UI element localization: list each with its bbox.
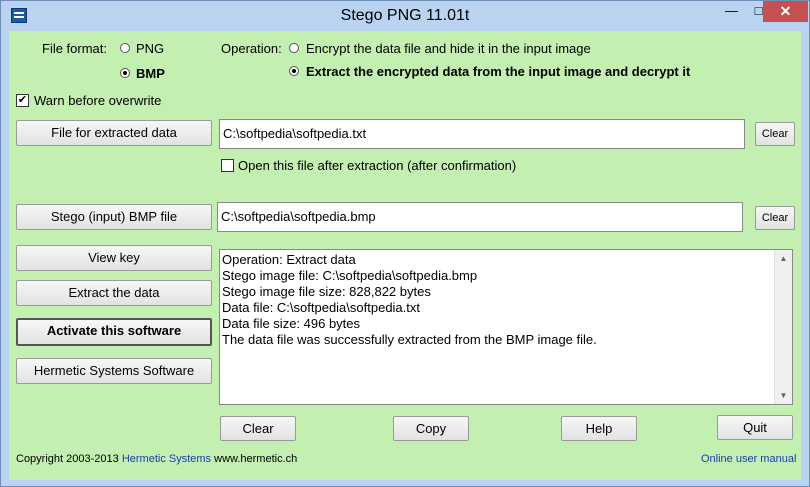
title-bar[interactable]: Stego PNG 11.01t — □ ✕ [1, 1, 809, 31]
log-scrollbar[interactable]: ▲ ▼ [774, 250, 792, 404]
log-line: Data file: C:\softpedia\softpedia.txt [222, 300, 420, 315]
warn-overwrite-checkbox[interactable]: ✔ [16, 94, 29, 107]
clear-extracted-button[interactable]: Clear [755, 122, 795, 146]
warn-overwrite-label[interactable]: Warn before overwrite [34, 93, 161, 108]
copy-button[interactable]: Copy [393, 416, 469, 441]
company-link[interactable]: Hermetic Systems [122, 453, 211, 465]
clear-stego-button[interactable]: Clear [755, 206, 795, 230]
open-after-extraction-label[interactable]: Open this file after extraction (after c… [238, 158, 516, 173]
operation-extract-radio[interactable] [289, 66, 299, 76]
stego-file-input[interactable]: C:\softpedia\softpedia.bmp [217, 202, 743, 232]
close-button[interactable]: ✕ [763, 1, 808, 22]
operation-label: Operation: [221, 41, 282, 56]
log-line: The data file was successfully extracted… [222, 332, 597, 347]
footer-copyright: Copyright 2003-2013 Hermetic Systems www… [16, 453, 297, 465]
format-bmp-radio[interactable] [120, 68, 130, 78]
copyright-text: Copyright 2003-2013 [16, 453, 119, 465]
log-line: Stego image file: C:\softpedia\softpedia… [222, 268, 478, 283]
operation-encrypt-label[interactable]: Encrypt the data file and hide it in the… [306, 41, 591, 56]
format-bmp-label[interactable]: BMP [136, 66, 165, 81]
clear-log-button[interactable]: Clear [220, 416, 296, 441]
log-line: Stego image file size: 828,822 bytes [222, 284, 431, 299]
help-button[interactable]: Help [561, 416, 637, 441]
scroll-down-icon[interactable]: ▼ [775, 387, 792, 404]
activate-software-button[interactable]: Activate this software [16, 318, 212, 346]
open-after-extraction-checkbox[interactable] [221, 159, 234, 172]
format-png-radio[interactable] [120, 43, 130, 53]
operation-extract-label[interactable]: Extract the encrypted data from the inpu… [306, 64, 690, 79]
operation-encrypt-radio[interactable] [289, 43, 299, 53]
minimize-button[interactable]: — [718, 1, 745, 22]
log-line: Operation: Extract data [222, 252, 356, 267]
extract-data-button[interactable]: Extract the data [16, 280, 212, 306]
file-for-extracted-data-button[interactable]: File for extracted data [16, 120, 212, 146]
online-user-manual-link[interactable]: Online user manual [701, 453, 796, 465]
log-text: Operation: Extract data Stego image file… [222, 252, 772, 348]
window-title: Stego PNG 11.01t [340, 7, 470, 24]
output-log[interactable]: Operation: Extract data Stego image file… [219, 249, 793, 405]
file-format-label: File format: [42, 41, 108, 56]
main-panel: File format: PNG BMP Operation: Encrypt … [9, 31, 801, 480]
view-key-button[interactable]: View key [16, 245, 212, 271]
stego-input-file-button[interactable]: Stego (input) BMP file [16, 204, 212, 230]
quit-button[interactable]: Quit [717, 415, 793, 440]
scroll-up-icon[interactable]: ▲ [775, 250, 792, 267]
log-line: Data file size: 496 bytes [222, 316, 361, 331]
extracted-file-input[interactable]: C:\softpedia\softpedia.txt [219, 119, 745, 149]
format-png-label[interactable]: PNG [136, 41, 164, 56]
website-text: www.hermetic.ch [214, 453, 298, 465]
app-window: Stego PNG 11.01t — □ ✕ File format: PNG … [0, 0, 810, 487]
hermetic-systems-software-button[interactable]: Hermetic Systems Software [16, 358, 212, 384]
